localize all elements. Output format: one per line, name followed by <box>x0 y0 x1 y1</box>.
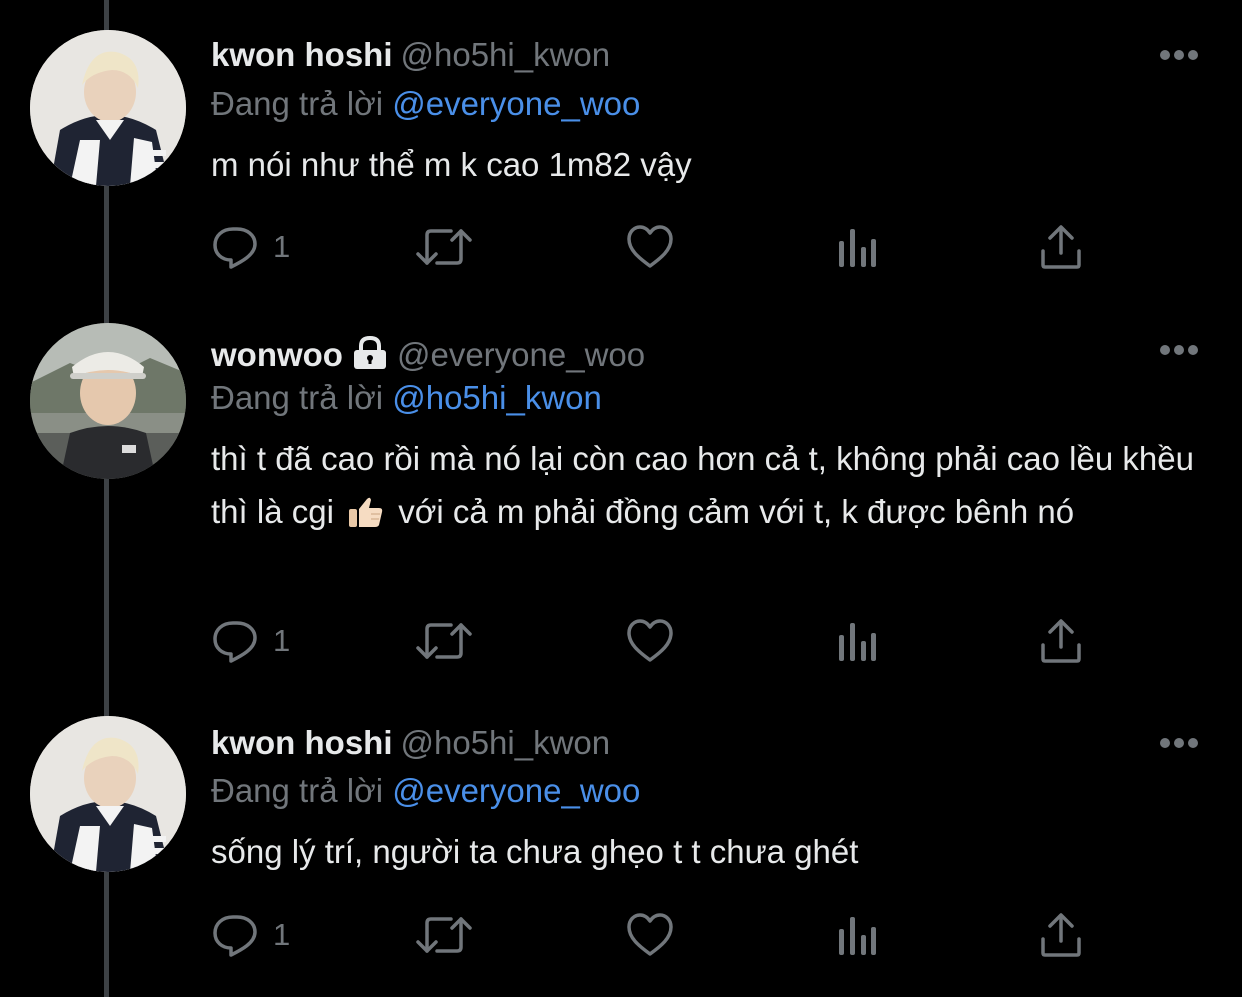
analytics-icon <box>839 917 876 955</box>
retweet-icon <box>416 917 472 953</box>
action-bar: 1 <box>211 616 1091 666</box>
avatar[interactable] <box>30 716 186 872</box>
like-icon <box>627 913 673 956</box>
reply-icon <box>213 915 257 957</box>
tweet-text-part: với cả m phải đồng cảm với t, k được bên… <box>398 493 1075 530</box>
reply-icon <box>213 227 257 269</box>
replying-to: Đang trả lời @ho5hi_kwon <box>211 378 602 418</box>
action-bar: 1 <box>211 222 1091 272</box>
analytics-button[interactable] <box>835 910 879 960</box>
share-icon <box>1041 913 1081 957</box>
analytics-icon <box>839 229 876 267</box>
replying-to: Đang trả lời @everyone_woo <box>211 771 640 811</box>
more-icon[interactable] <box>1158 736 1200 750</box>
tweet-header: kwon hoshi @ho5hi_kwon <box>211 35 610 75</box>
analytics-button[interactable] <box>835 616 879 666</box>
reply-count: 1 <box>273 229 291 264</box>
reply-icon <box>213 621 257 663</box>
lock-icon <box>353 336 386 369</box>
analytics-button[interactable] <box>835 222 879 272</box>
like-button[interactable] <box>625 222 675 272</box>
replying-to-label: Đang trả lời <box>211 85 384 122</box>
share-icon <box>1041 619 1081 663</box>
retweet-button[interactable] <box>415 616 473 666</box>
avatar[interactable] <box>30 30 186 186</box>
replying-to: Đang trả lời @everyone_woo <box>211 84 640 124</box>
mention-link[interactable]: @ho5hi_kwon <box>392 379 602 416</box>
user-handle[interactable]: @ho5hi_kwon <box>401 36 611 73</box>
retweet-button[interactable] <box>415 222 473 272</box>
tweet-text: m nói như thể m k cao 1m82 vậy <box>211 146 692 183</box>
user-handle[interactable]: @ho5hi_kwon <box>401 724 611 761</box>
tweet-header: kwon hoshi @ho5hi_kwon <box>211 723 610 763</box>
user-handle[interactable]: @everyone_woo <box>397 336 645 373</box>
share-button[interactable] <box>1039 616 1083 666</box>
display-name[interactable]: kwon hoshi <box>211 36 393 73</box>
analytics-icon <box>839 623 876 661</box>
share-button[interactable] <box>1039 222 1083 272</box>
display-name[interactable]: kwon hoshi <box>211 724 393 761</box>
display-name[interactable]: wonwoo <box>211 336 343 373</box>
thumbs-up-emoji-icon <box>349 497 383 527</box>
retweet-button[interactable] <box>415 910 473 960</box>
mention-link[interactable]: @everyone_woo <box>392 772 640 809</box>
share-button[interactable] <box>1039 910 1083 960</box>
more-icon[interactable] <box>1158 48 1200 62</box>
like-button[interactable] <box>625 910 675 960</box>
retweet-icon <box>416 229 472 265</box>
reply-count: 1 <box>273 623 291 658</box>
action-bar: 1 <box>211 910 1091 960</box>
tweet-text: sống lý trí, người ta chưa ghẹo t t chưa… <box>211 833 859 870</box>
retweet-icon <box>416 623 472 659</box>
like-icon <box>627 225 673 268</box>
share-icon <box>1041 225 1081 269</box>
reply-button[interactable]: 1 <box>211 910 290 960</box>
replying-to-label: Đang trả lời <box>211 772 384 809</box>
replying-to-label: Đang trả lời <box>211 379 384 416</box>
tweet-header: wonwoo @everyone_woo <box>211 335 645 375</box>
reply-button[interactable]: 1 <box>211 616 290 666</box>
like-icon <box>627 619 673 662</box>
tweet-text: thì t đã cao rồi mà nó lại còn cao hơn c… <box>211 432 1201 538</box>
reply-button[interactable]: 1 <box>211 222 290 272</box>
reply-count: 1 <box>273 917 291 952</box>
avatar[interactable] <box>30 323 186 479</box>
more-icon[interactable] <box>1158 343 1200 357</box>
mention-link[interactable]: @everyone_woo <box>392 85 640 122</box>
like-button[interactable] <box>625 616 675 666</box>
